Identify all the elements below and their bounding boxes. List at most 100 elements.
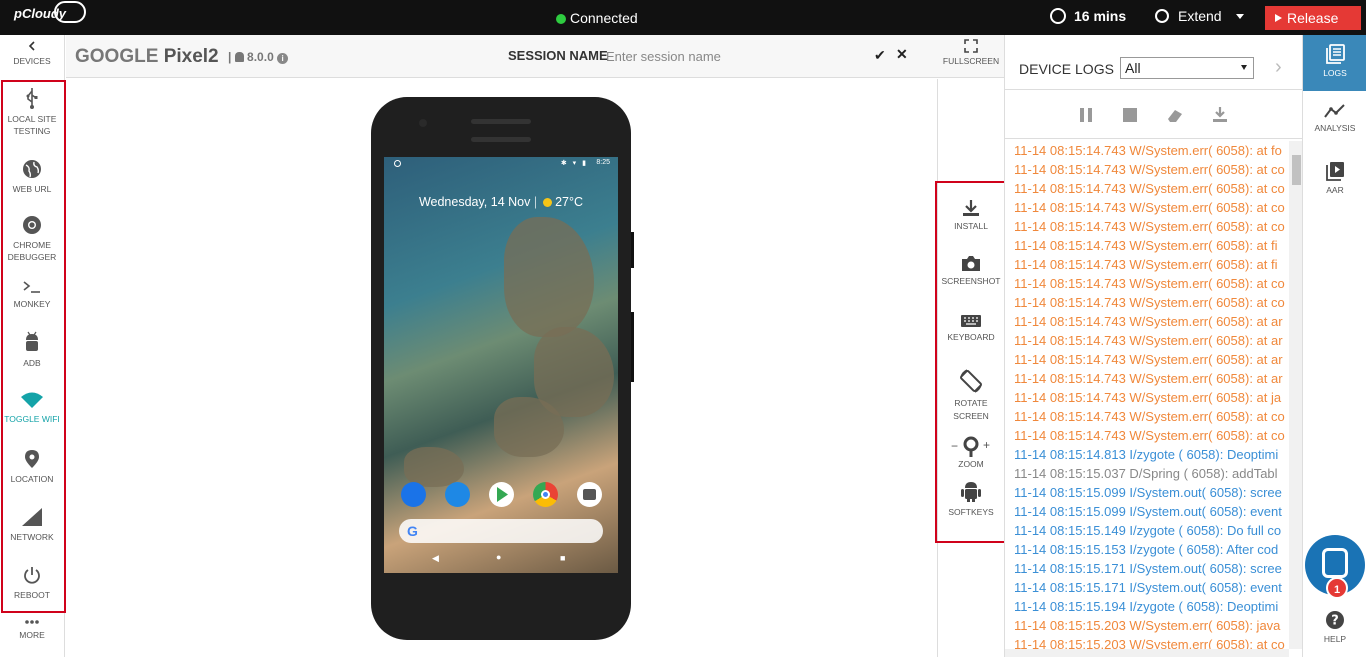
- terminal-icon: [23, 281, 40, 293]
- devices-back-button[interactable]: DEVICES: [0, 41, 64, 67]
- toggle-wifi-button[interactable]: TOGGLE WIFI: [0, 391, 64, 425]
- monkey-label: MONKEY: [13, 299, 51, 309]
- keyboard-button[interactable]: KEYBOARD: [938, 314, 1004, 344]
- chat-icon: [1322, 548, 1348, 578]
- web-url-label: WEB URL: [12, 184, 52, 194]
- log-list[interactable]: 11-14 08:15:14.743 W/System.err( 6058): …: [1005, 141, 1288, 649]
- log-horizontal-scrollbar[interactable]: [1005, 649, 1289, 657]
- nav-recents-icon[interactable]: ■: [560, 553, 565, 563]
- logs-tab[interactable]: LOGS: [1303, 35, 1366, 91]
- info-icon[interactable]: i: [277, 53, 289, 64]
- toggle-wifi-label: TOGGLE WIFI: [4, 414, 60, 424]
- log-line: 11-14 08:15:15.203 W/System.err( 6058): …: [1014, 637, 1285, 649]
- phone-app-icon[interactable]: [401, 482, 426, 507]
- adb-button[interactable]: ADB: [0, 331, 64, 369]
- zoom-in-button[interactable]: +: [983, 439, 990, 452]
- device-screen[interactable]: ✱ ▾ ▮ 8:25 Wednesday, 14 Nov | 27°C G ◀ ●…: [384, 157, 618, 573]
- download-log-icon[interactable]: [1211, 106, 1229, 124]
- chrome-debugger-button[interactable]: CHROME DEBUGGER: [0, 215, 64, 263]
- status-dot-icon: [556, 14, 566, 24]
- softkeys-label: SOFTKEYS: [948, 507, 994, 517]
- help-icon: ?: [1326, 611, 1344, 629]
- monkey-button[interactable]: MONKEY: [0, 280, 64, 310]
- magnifier-icon: [963, 436, 979, 457]
- camera-icon: [962, 256, 980, 271]
- messages-app-icon[interactable]: [445, 482, 470, 507]
- zoom-label: ZOOM: [958, 459, 984, 469]
- more-button[interactable]: MORE: [0, 619, 64, 641]
- signal-icon: [22, 508, 42, 526]
- log-line: 11-14 08:15:14.743 W/System.err( 6058): …: [1014, 390, 1282, 405]
- log-line: 11-14 08:15:14.743 W/System.err( 6058): …: [1014, 295, 1285, 310]
- play-store-icon[interactable]: [489, 482, 514, 507]
- analysis-tab[interactable]: ANALYSIS: [1303, 103, 1366, 133]
- camera-body-icon: [583, 489, 596, 500]
- local-site-testing-button[interactable]: LOCAL SITE TESTING: [0, 87, 64, 137]
- google-search-bar[interactable]: G: [399, 519, 603, 543]
- log-level-select[interactable]: All: [1120, 57, 1254, 79]
- release-button[interactable]: Release: [1265, 6, 1361, 30]
- install-label: INSTALL: [954, 221, 988, 231]
- extend-label: Extend: [1178, 8, 1222, 24]
- wallpaper-rock: [504, 217, 594, 337]
- chrome-app-icon[interactable]: [533, 482, 558, 507]
- rotate-icon: [960, 369, 982, 393]
- play-icon: [1326, 162, 1344, 181]
- log-toolbar: [1005, 89, 1303, 139]
- log-line: 11-14 08:15:15.099 I/System.out( 6058): …: [1014, 485, 1282, 500]
- aar-tab[interactable]: AAR: [1303, 161, 1366, 195]
- confirm-check-icon[interactable]: ✔: [874, 47, 886, 64]
- rotate-screen-button[interactable]: ROTATE SCREEN: [938, 368, 1004, 423]
- wallpaper-rock: [404, 447, 464, 487]
- install-button[interactable]: INSTALL: [938, 199, 1004, 233]
- zoom-control[interactable]: − + ZOOM: [938, 436, 1004, 471]
- chat-notification-badge: 1: [1326, 577, 1348, 599]
- location-pin-icon: [25, 450, 39, 468]
- android-small-icon: [234, 52, 244, 62]
- nav-back-icon[interactable]: ◀: [432, 553, 439, 564]
- session-name-input[interactable]: [606, 44, 856, 68]
- eraser-icon[interactable]: [1166, 106, 1184, 124]
- web-url-button[interactable]: WEB URL: [0, 159, 64, 195]
- network-button[interactable]: NETWORK: [0, 507, 64, 543]
- collapse-chevron-icon[interactable]: ›: [1275, 56, 1282, 79]
- release-label: Release: [1287, 10, 1339, 26]
- widget-divider: |: [533, 195, 538, 209]
- adb-label: ADB: [23, 358, 41, 368]
- log-line: 11-14 08:15:15.194 I/zygote ( 6058): Deo…: [1014, 599, 1279, 614]
- device-logs-title: DEVICE LOGS: [1019, 61, 1114, 77]
- log-line: 11-14 08:15:14.743 W/System.err( 6058): …: [1014, 371, 1283, 386]
- pause-icon[interactable]: [1077, 106, 1095, 124]
- extend-dropdown[interactable]: Extend: [1155, 8, 1244, 24]
- play-triangle-icon: [497, 487, 508, 502]
- weather-label: 27°C: [555, 195, 584, 209]
- camera-app-icon[interactable]: [577, 482, 602, 507]
- date-label: Wednesday, 14 Nov: [418, 195, 531, 209]
- top-speaker: [471, 119, 531, 124]
- log-line: 11-14 08:15:15.171 I/System.out( 6058): …: [1014, 561, 1282, 576]
- clock-icon: [1155, 9, 1169, 23]
- log-line: 11-14 08:15:14.743 W/System.err( 6058): …: [1014, 181, 1285, 196]
- connection-label: Connected: [570, 10, 638, 26]
- log-line: 11-14 08:15:15.099 I/System.out( 6058): …: [1014, 504, 1282, 519]
- app-logo[interactable]: pCloudy: [14, 6, 66, 21]
- stop-icon[interactable]: [1121, 106, 1139, 124]
- logs-tab-label: LOGS: [1323, 68, 1347, 78]
- android-version: | 8.0.0 i: [228, 50, 289, 64]
- softkeys-button[interactable]: SOFTKEYS: [938, 479, 1004, 519]
- svg-text:?: ?: [1331, 614, 1339, 629]
- nav-home-icon[interactable]: ●: [496, 552, 501, 562]
- zoom-out-button[interactable]: −: [951, 440, 958, 453]
- scroll-thumb[interactable]: [1292, 155, 1301, 185]
- network-label: NETWORK: [10, 532, 54, 542]
- close-icon[interactable]: ✕: [896, 46, 908, 63]
- help-button[interactable]: ? HELP: [1303, 610, 1366, 644]
- log-line: 11-14 08:15:14.743 W/System.err( 6058): …: [1014, 276, 1285, 291]
- screenshot-button[interactable]: SCREENSHOT: [938, 254, 1004, 288]
- reboot-button[interactable]: REBOOT: [0, 565, 64, 601]
- location-button[interactable]: LOCATION: [0, 449, 64, 485]
- log-vertical-scrollbar[interactable]: [1289, 141, 1303, 649]
- fullscreen-button[interactable]: FULLSCREEN: [938, 39, 1004, 66]
- at-a-glance-widget[interactable]: Wednesday, 14 Nov | 27°C: [384, 195, 618, 209]
- wifi-icon: [21, 392, 43, 408]
